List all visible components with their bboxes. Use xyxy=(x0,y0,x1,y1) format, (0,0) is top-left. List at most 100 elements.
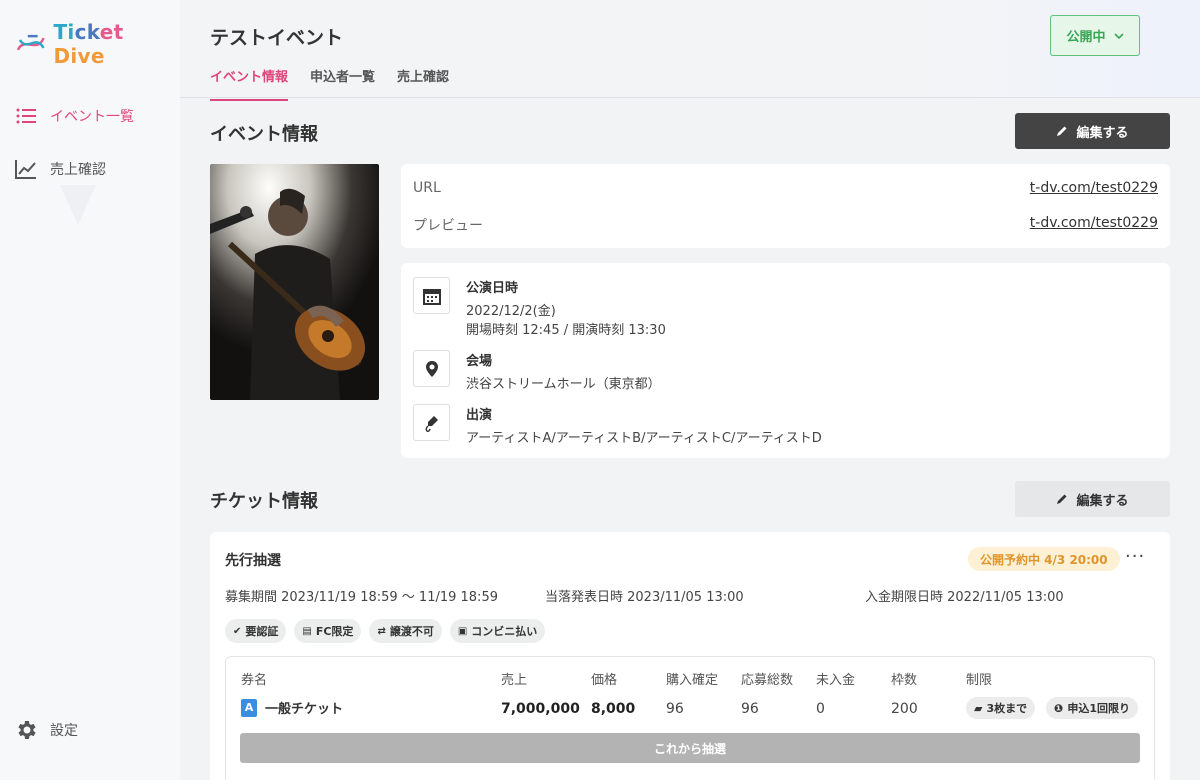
ticket-price: 8,000 xyxy=(591,701,636,717)
edit-event-button[interactable]: 編集する xyxy=(1015,113,1170,149)
tag-label: FC限定 xyxy=(315,625,354,638)
tag-convenience-pay: ▣ コンビニ払い xyxy=(449,619,546,643)
preview-row: プレビュー t-dv.com/test0229 xyxy=(413,215,1158,235)
ticket-confirmed: 96 xyxy=(666,701,684,717)
brand-name: Ticket Dive xyxy=(53,20,180,68)
cast-info: 出演 アーティストA/アーティストB/アーティストC/アーティストD xyxy=(466,404,822,448)
ticket-card: 先行抽選 公開予約中 4/3 20:00 ··· 募集期間 2023/11/19… xyxy=(210,532,1170,780)
limit-badge-once: ❶ 申込1回限り xyxy=(1046,697,1138,719)
cast-value: アーティストA/アーティストB/アーティストC/アーティストD xyxy=(466,431,822,446)
venue-title: 会場 xyxy=(466,354,493,369)
chevron-down-icon xyxy=(1113,32,1124,39)
sidebar: Ticket Dive イベント一覧 売上確認 設定 xyxy=(0,0,180,780)
tab-applicants[interactable]: 申込者一覧 xyxy=(310,66,375,101)
brand-name-part: Ti xyxy=(53,20,75,44)
list-icon xyxy=(16,108,36,124)
sidebar-item-label: イベント一覧 xyxy=(50,109,134,125)
col-header: 価格 xyxy=(591,673,618,688)
scheduled-badge: 公開予約中 4/3 20:00 xyxy=(968,547,1120,571)
venue-row: 会場 渋谷ストリームホール（東京都） xyxy=(413,350,661,394)
edit-label: 編集する xyxy=(1076,125,1129,141)
limit-badge-quantity: ▰ 3枚まで xyxy=(966,697,1036,719)
payment-deadline: 入金期限日時 2022/11/05 13:00 xyxy=(865,590,1064,605)
announce-date: 当落発表日時 2023/11/05 13:00 xyxy=(545,590,744,605)
tab-bar: イベント情報 申込者一覧 売上確認 xyxy=(210,66,449,101)
ticket-info-heading: チケット情報 xyxy=(210,491,318,512)
brand-logo[interactable]: Ticket Dive xyxy=(14,20,180,68)
ticket-slots: 200 xyxy=(891,701,918,717)
microphone-icon xyxy=(413,404,450,441)
id-card-icon: ▤ xyxy=(302,625,312,637)
more-options-icon[interactable]: ··· xyxy=(1125,546,1145,567)
tab-sales[interactable]: 売上確認 xyxy=(397,66,449,101)
ticket-card-title: 先行抽選 xyxy=(225,553,281,569)
lottery-button[interactable]: これから抽選 xyxy=(240,733,1140,763)
brand-name-part: Dive xyxy=(53,44,105,68)
gear-icon xyxy=(18,721,36,739)
sidebar-decoration xyxy=(60,185,96,225)
ticket-tags: ✔ 要認証 ▤ FC限定 ⇄ 譲渡不可 ▣ コンビニ払い xyxy=(225,619,546,643)
tag-no-transfer: ⇄ 譲渡不可 xyxy=(369,619,442,643)
preview-label: プレビュー xyxy=(413,218,483,234)
col-header: 購入確定 xyxy=(666,673,719,688)
col-header: 券名 xyxy=(241,673,268,688)
event-info-heading: イベント情報 xyxy=(210,124,318,145)
sidebar-item-settings[interactable]: 設定 xyxy=(14,718,78,742)
tag-auth-required: ✔ 要認証 xyxy=(225,619,287,643)
brand-name-part: et xyxy=(99,20,124,44)
status-label: 公開中 xyxy=(1066,30,1106,45)
col-header: 応募総数 xyxy=(741,673,794,688)
preview-url-link[interactable]: t-dv.com/test0229 xyxy=(1030,215,1158,235)
date-value: 2022/12/2(金) xyxy=(466,304,556,319)
event-photo xyxy=(210,164,379,400)
col-header: 売上 xyxy=(501,673,528,688)
tag-label: 要認証 xyxy=(245,625,279,638)
no-transfer-icon: ⇄ xyxy=(377,625,386,637)
ticket-table: 券名 売上 価格 購入確定 応募総数 未入金 枠数 制限 A 一般チケット 7,… xyxy=(225,656,1155,780)
cast-row: 出演 アーティストA/アーティストB/アーティストC/アーティストD xyxy=(413,404,822,448)
event-url-link[interactable]: t-dv.com/test0229 xyxy=(1030,180,1158,196)
publish-status-dropdown[interactable]: 公開中 xyxy=(1050,15,1140,56)
ticket-name-label: 一般チケット xyxy=(265,702,344,717)
sidebar-item-sales[interactable]: 売上確認 xyxy=(14,157,106,181)
url-row: URL t-dv.com/test0229 xyxy=(413,180,1158,196)
url-card: URL t-dv.com/test0229 プレビュー t-dv.com/tes… xyxy=(401,164,1170,248)
chart-line-icon xyxy=(15,160,36,179)
col-header: 未入金 xyxy=(816,673,856,688)
settings-label: 設定 xyxy=(50,723,78,739)
logo-icon xyxy=(16,34,45,51)
ticket-sales: 7,000,000 xyxy=(501,701,580,717)
number-one-icon: ❶ xyxy=(1054,701,1064,715)
page-header: テストイベント 公開中 イベント情報 申込者一覧 売上確認 xyxy=(180,0,1200,101)
date-row: 公演日時 2022/12/2(金) 開場時刻 12:45 / 開演時刻 13:3… xyxy=(413,277,666,340)
ticket-unpaid: 0 xyxy=(816,701,825,717)
time-value: 開場時刻 12:45 / 開演時刻 13:30 xyxy=(466,323,666,338)
pencil-icon xyxy=(1057,126,1067,136)
sidebar-item-event-list[interactable]: イベント一覧 xyxy=(14,104,134,128)
sidebar-item-label: 売上確認 xyxy=(50,162,106,178)
url-label: URL xyxy=(413,180,441,196)
page-title: テストイベント xyxy=(210,27,344,49)
limit-label: 申込1回限り xyxy=(1067,702,1130,715)
event-detail-card: 公演日時 2022/12/2(金) 開場時刻 12:45 / 開演時刻 13:3… xyxy=(401,263,1170,458)
edit-tickets-button[interactable]: 編集する xyxy=(1015,481,1170,517)
check-circle-icon: ✔ xyxy=(233,625,242,637)
recruit-period: 募集期間 2023/11/19 18:59 〜 11/19 18:59 xyxy=(225,590,498,605)
pencil-icon xyxy=(1057,494,1067,504)
tag-fc-only: ▤ FC限定 xyxy=(294,619,362,643)
tag-label: 譲渡不可 xyxy=(389,625,434,638)
store-icon: ▣ xyxy=(457,625,468,637)
tab-event-info[interactable]: イベント情報 xyxy=(210,66,289,101)
edit-label: 編集する xyxy=(1076,493,1129,509)
date-info: 公演日時 2022/12/2(金) 開場時刻 12:45 / 開演時刻 13:3… xyxy=(466,277,666,340)
col-header: 枠数 xyxy=(891,673,918,688)
calendar-icon xyxy=(413,277,450,314)
brand-name-part: ck xyxy=(74,20,100,44)
date-title: 公演日時 xyxy=(466,281,519,296)
ticket-name[interactable]: A 一般チケット xyxy=(241,698,343,717)
tag-label: コンビニ払い xyxy=(471,625,538,638)
location-pin-icon xyxy=(413,350,450,387)
ticket-letter-badge: A xyxy=(241,698,257,717)
limit-label: 3枚まで xyxy=(986,702,1028,715)
cast-title: 出演 xyxy=(466,408,493,423)
